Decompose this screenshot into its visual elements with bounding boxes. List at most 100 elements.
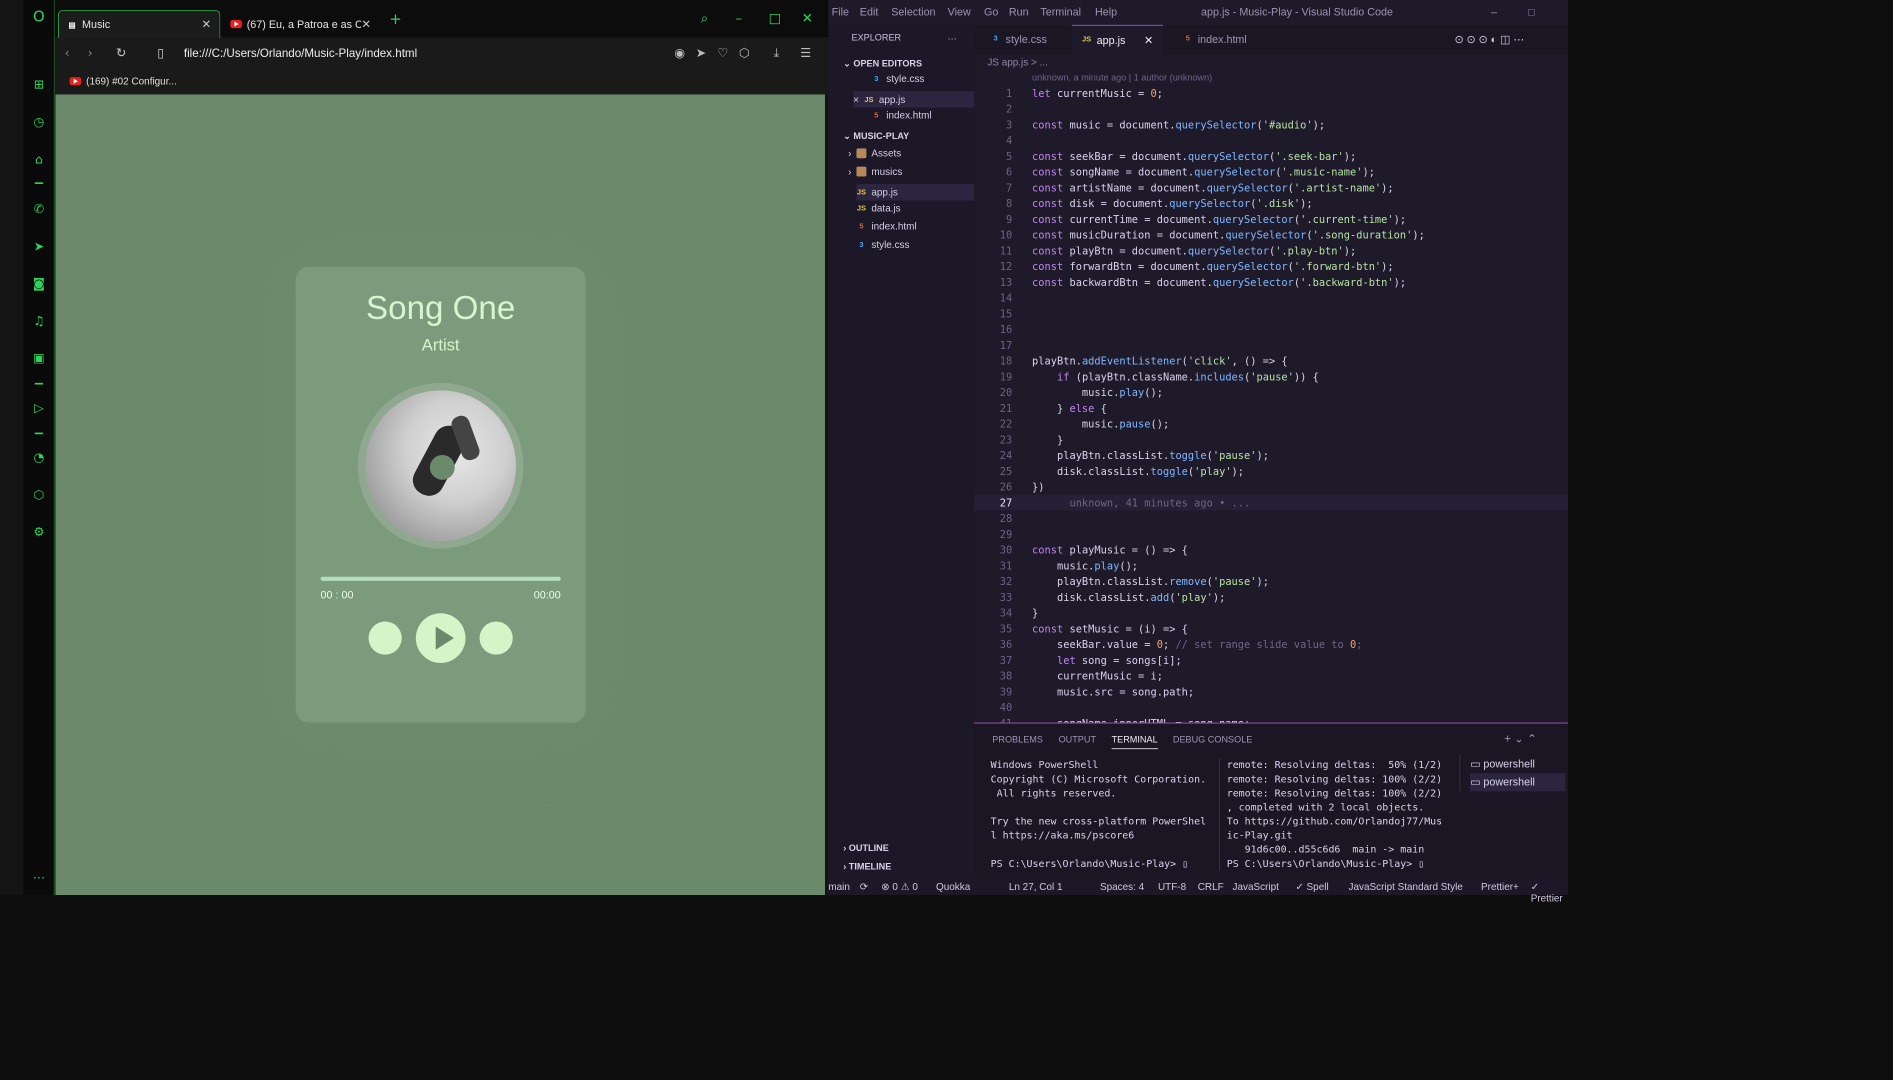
forward-button[interactable] (479, 621, 513, 655)
code-line[interactable]: 32 playBtn.classList.remove('pause'); (974, 573, 1568, 589)
tab-youtube[interactable]: (67) Eu, a Patroa e as Crianças ✕ (222, 10, 379, 38)
code-line[interactable]: 26}) (974, 479, 1568, 495)
code-line[interactable]: 33 disk.classList.add('play'); (974, 589, 1568, 605)
code-line[interactable]: 8 const disk = document.querySelector('.d… (974, 196, 1568, 212)
terminal-left[interactable]: Windows PowerShell Copyright (C) Microso… (991, 758, 1215, 871)
backward-button[interactable] (368, 621, 402, 655)
file-style-css[interactable]: 3 style.css (856, 239, 909, 251)
style-guide[interactable]: JavaScript Standard Style (1348, 881, 1462, 893)
seek-bar[interactable] (320, 576, 561, 581)
tab-music[interactable]: ▤ Music ✕ (57, 9, 221, 39)
tab-output[interactable]: OUTPUT (1059, 735, 1096, 745)
menu-view[interactable]: View (948, 6, 971, 18)
more-actions-icon[interactable]: ⋯ (948, 33, 957, 44)
code-line[interactable]: 9 const currentTime = document.querySelec… (974, 211, 1568, 227)
close-icon[interactable]: ✕ (1144, 34, 1153, 46)
folder-musics[interactable]: › musics (848, 166, 902, 178)
whatsapp-icon[interactable]: ✆ (31, 201, 46, 216)
code-line[interactable]: 10 const musicDuration = document.querySe… (974, 227, 1568, 243)
telegram-icon[interactable]: ➤ (31, 239, 46, 254)
code-line[interactable]: 30 const playMusic = () => { (974, 542, 1568, 558)
code-line[interactable]: 12 const forwardBtn = document.querySelec… (974, 259, 1568, 275)
tab-problems[interactable]: PROBLEMS (992, 735, 1043, 745)
tab-app-js[interactable]: JS app.js ✕ (1071, 24, 1163, 55)
more-icon[interactable]: ⋯ (31, 870, 46, 885)
code-line[interactable]: 20 music.play(); (974, 385, 1568, 401)
code-line[interactable]: 24 playBtn.classList.toggle('pause'); (974, 447, 1568, 463)
tab-debug-console[interactable]: DEBUG CONSOLE (1173, 735, 1252, 745)
indentation[interactable]: Spaces: 4 (1100, 881, 1144, 893)
code-line[interactable]: 16 (974, 322, 1568, 338)
heart-icon[interactable]: ♡ (717, 46, 728, 61)
send-icon[interactable]: ➤ (696, 46, 706, 61)
prettier[interactable]: ✓ Prettier (1531, 881, 1568, 904)
maximize-icon[interactable]: □ (769, 10, 782, 26)
menu-help[interactable]: Help (1095, 6, 1117, 18)
history-icon[interactable]: ◔ (31, 450, 46, 465)
gamepad-icon[interactable]: ⊞ (31, 77, 46, 92)
problems-count[interactable]: ⊗ 0 ⚠ 0 (881, 881, 918, 893)
open-editor-app-js[interactable]: × JS app.js (853, 91, 975, 108)
opera-logo-icon[interactable]: O (31, 10, 46, 25)
spell[interactable]: ✓ Spell (1295, 881, 1328, 893)
settings-icon[interactable]: ⚙ (31, 525, 46, 540)
menu-run[interactable]: Run (1009, 6, 1029, 18)
code-line[interactable]: 19 if (playBtn.className.includes('pause… (974, 369, 1568, 385)
terminal-item[interactable]: ▭ powershell (1470, 773, 1566, 792)
code-line[interactable]: 1 let currentMusic = 0; (974, 85, 1568, 101)
menu-file[interactable]: File (832, 6, 849, 18)
menu-selection[interactable]: Selection (891, 6, 935, 18)
code-line[interactable]: 7 const artistName = document.querySelect… (974, 180, 1568, 196)
folder-assets[interactable]: › Assets (848, 148, 901, 160)
code-line[interactable]: 6 const songName = document.querySelector… (974, 164, 1568, 180)
code-line[interactable]: 35 const setMusic = (i) => { (974, 621, 1568, 637)
bag-icon[interactable]: ⌂ (31, 152, 46, 167)
url-field[interactable]: file:///C:/Users/Orlando/Music-Play/inde… (184, 46, 417, 59)
reload-icon[interactable]: ↻ (116, 46, 126, 61)
file-data-js[interactable]: JS data.js (856, 202, 901, 214)
timeline-header[interactable]: › TIMELINE (843, 862, 891, 872)
code-line[interactable]: 4 (974, 133, 1568, 149)
code-line[interactable]: 15 (974, 306, 1568, 322)
code-line[interactable]: 22 music.pause(); (974, 416, 1568, 432)
code-line[interactable]: 40 (974, 699, 1568, 715)
search-icon[interactable]: ⌕ (701, 10, 708, 27)
code-line[interactable]: 11 const playBtn = document.querySelector… (974, 243, 1568, 259)
code-editor[interactable]: 1 let currentMusic = 0; 2 3 const music = do… (974, 85, 1568, 731)
cube-icon[interactable]: ⬡ (739, 46, 750, 61)
cursor-position[interactable]: Ln 27, Col 1 (1009, 881, 1063, 893)
file-index-html[interactable]: 5 index.html (856, 220, 916, 232)
code-line[interactable]: 37 let song = songs[i]; (974, 652, 1568, 668)
discord-icon[interactable]: ▣ (31, 351, 46, 366)
close-icon[interactable]: × (853, 94, 859, 106)
branch[interactable]: main (828, 881, 850, 893)
code-line[interactable]: 2 (974, 101, 1568, 117)
new-tab-button[interactable]: + (389, 11, 402, 28)
maximize-icon[interactable]: □ (1528, 6, 1535, 18)
code-line[interactable]: 21 } else { (974, 400, 1568, 416)
code-line[interactable]: 34} (974, 605, 1568, 621)
minimize-icon[interactable]: – (1491, 6, 1497, 18)
breadcrumb[interactable]: JS app.js > ... (987, 56, 1048, 68)
instagram-icon[interactable]: ◙ (31, 276, 46, 291)
code-line[interactable]: 39 music.src = song.path; (974, 684, 1568, 700)
line-ending[interactable]: CRLF (1198, 881, 1224, 893)
code-line[interactable]: 5 const seekBar = document.querySelector(… (974, 148, 1568, 164)
easy-setup-icon[interactable]: ☰ (800, 46, 811, 61)
tab-index-html[interactable]: 5 index.html (1173, 25, 1257, 55)
minimize-icon[interactable]: – (736, 10, 743, 26)
close-icon[interactable]: ✕ (361, 17, 371, 31)
box-icon[interactable]: ⬡ (31, 487, 46, 502)
camera-icon[interactable]: ◉ (674, 46, 685, 61)
code-line[interactable]: 14 (974, 290, 1568, 306)
sync-icon[interactable]: ⟳ (860, 881, 868, 893)
code-line[interactable]: 18 playBtn.addEventListener('click', () =… (974, 353, 1568, 369)
menu-go[interactable]: Go (984, 6, 998, 18)
player-icon[interactable]: ▷ (31, 400, 46, 415)
twitter-icon[interactable]: ♫ (31, 313, 46, 328)
code-line[interactable]: 31 music.play(); (974, 558, 1568, 574)
forward-icon[interactable]: › (88, 46, 93, 61)
menu-terminal[interactable]: Terminal (1040, 6, 1081, 18)
tab-style-css[interactable]: 3 style.css (981, 25, 1057, 55)
download-icon[interactable]: ⤓ (774, 46, 780, 61)
